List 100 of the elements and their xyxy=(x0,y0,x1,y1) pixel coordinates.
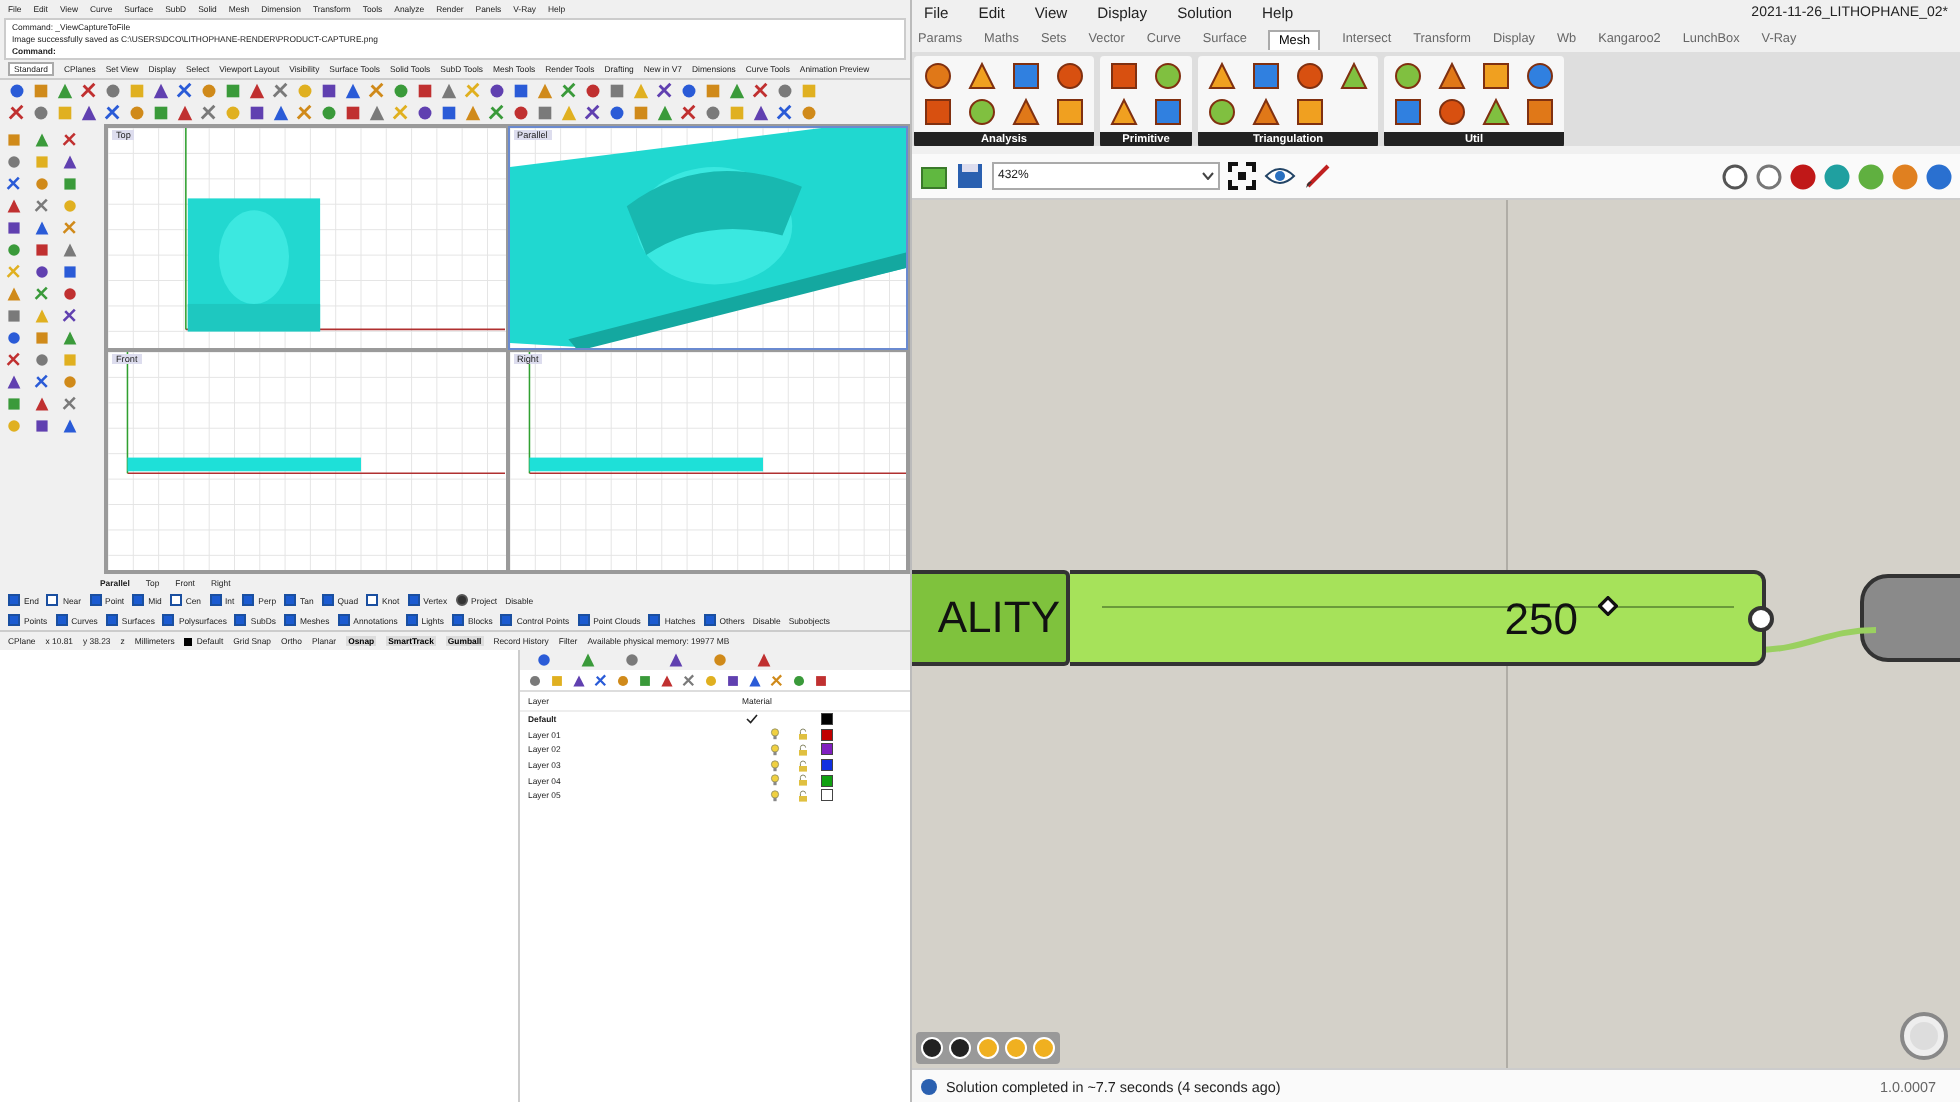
checkbox[interactable] xyxy=(89,594,102,606)
checkbox[interactable] xyxy=(703,614,716,626)
save-icon[interactable] xyxy=(956,162,984,190)
zoom-extents-icon[interactable] xyxy=(1228,162,1256,190)
tool-icon[interactable] xyxy=(6,176,22,192)
checkbox[interactable] xyxy=(337,614,350,626)
bulb-icon[interactable] xyxy=(770,774,780,787)
checkbox[interactable] xyxy=(451,614,464,626)
component-icon[interactable] xyxy=(1054,96,1086,128)
tool-icon[interactable] xyxy=(488,104,506,122)
component-icon[interactable] xyxy=(1010,60,1042,92)
component-node[interactable] xyxy=(1860,574,1960,662)
checkbox[interactable] xyxy=(366,594,379,606)
component-icon[interactable] xyxy=(966,60,998,92)
radio-button[interactable] xyxy=(455,594,468,606)
component-icon[interactable] xyxy=(1436,96,1468,128)
bulb-icon[interactable] xyxy=(770,759,780,772)
tool-icon[interactable] xyxy=(560,82,578,100)
component-icon[interactable] xyxy=(1010,96,1042,128)
checkbox[interactable] xyxy=(407,594,420,606)
tool-icon[interactable] xyxy=(34,198,50,214)
tool-icon[interactable] xyxy=(656,82,674,100)
checkbox[interactable] xyxy=(284,614,296,626)
tool-icon[interactable] xyxy=(682,673,696,687)
layer-color-swatch[interactable] xyxy=(822,775,832,786)
tool-icon[interactable] xyxy=(584,104,602,122)
tool-icon[interactable] xyxy=(200,104,218,122)
tool-icon[interactable] xyxy=(104,104,122,122)
checkbox[interactable] xyxy=(55,614,68,626)
lock-icon[interactable] xyxy=(798,743,808,756)
component-icon[interactable] xyxy=(1206,60,1238,92)
layer-color-swatch[interactable] xyxy=(822,744,832,755)
display-mode-icon[interactable] xyxy=(1926,163,1952,189)
display-mode-icon[interactable] xyxy=(1756,163,1782,189)
component-icon[interactable] xyxy=(1392,60,1424,92)
layer-color-swatch[interactable] xyxy=(822,714,832,725)
checkbox[interactable] xyxy=(169,594,182,606)
tool-icon[interactable] xyxy=(752,82,770,100)
tool-icon[interactable] xyxy=(80,82,98,100)
component-icon[interactable] xyxy=(1524,96,1556,128)
output-grip[interactable] xyxy=(1748,606,1774,632)
component-icon[interactable] xyxy=(1152,96,1184,128)
tool-icon[interactable] xyxy=(62,308,78,324)
lock-icon[interactable] xyxy=(798,759,808,772)
tool-icon[interactable] xyxy=(680,104,698,122)
component-icon[interactable] xyxy=(1480,60,1512,92)
component-icon[interactable] xyxy=(1480,96,1512,128)
component-icon[interactable] xyxy=(1392,96,1424,128)
component-icon[interactable] xyxy=(922,96,954,128)
checkbox[interactable] xyxy=(234,614,247,626)
tool-icon[interactable] xyxy=(176,82,194,100)
tool-icon[interactable] xyxy=(62,396,78,412)
display-mode-icon[interactable] xyxy=(1790,163,1816,189)
slider-label[interactable]: ALITY xyxy=(912,570,1070,666)
checkbox[interactable] xyxy=(648,614,661,626)
tool-icon[interactable] xyxy=(594,673,608,687)
checkbox[interactable] xyxy=(162,614,175,626)
display-mode-icon[interactable] xyxy=(1722,163,1748,189)
component-icon[interactable] xyxy=(1152,60,1184,92)
component-icon[interactable] xyxy=(1294,60,1326,92)
component-icon[interactable] xyxy=(1250,96,1282,128)
bulb-icon[interactable] xyxy=(770,789,780,802)
component-icon[interactable] xyxy=(1206,96,1238,128)
component-icon[interactable] xyxy=(922,60,954,92)
eye-icon[interactable] xyxy=(1264,164,1296,188)
component-icon[interactable] xyxy=(1108,60,1140,92)
checkbox[interactable] xyxy=(242,594,255,606)
tool-icon[interactable] xyxy=(34,374,50,390)
checkbox[interactable] xyxy=(8,594,20,606)
checkbox[interactable] xyxy=(132,594,145,606)
checkbox[interactable] xyxy=(284,594,297,606)
checkbox[interactable] xyxy=(577,614,590,626)
bulb-icon[interactable] xyxy=(770,728,780,741)
checkbox[interactable] xyxy=(405,614,418,626)
tool-icon[interactable] xyxy=(272,82,290,100)
widget-icon[interactable] xyxy=(948,1036,972,1060)
component-icon[interactable] xyxy=(1294,96,1326,128)
tool-icon[interactable] xyxy=(6,352,22,368)
slider-thumb[interactable] xyxy=(1597,596,1618,616)
layer-color-swatch[interactable] xyxy=(822,729,832,740)
tool-icon[interactable] xyxy=(34,286,50,302)
brush-icon[interactable] xyxy=(1304,162,1332,190)
lock-icon[interactable] xyxy=(798,728,808,741)
lock-icon[interactable] xyxy=(798,789,808,802)
component-icon[interactable] xyxy=(1108,96,1140,128)
bulb-icon[interactable] xyxy=(770,743,780,756)
tool-icon[interactable] xyxy=(62,132,78,148)
canvas[interactable]: ALITY 250 xyxy=(912,200,1960,1068)
checkbox[interactable] xyxy=(321,594,334,606)
checkbox[interactable] xyxy=(46,594,59,606)
checkbox[interactable] xyxy=(209,594,222,606)
checkbox[interactable] xyxy=(105,614,118,626)
component-icon[interactable] xyxy=(1054,60,1086,92)
layer-color-swatch[interactable] xyxy=(822,760,832,771)
component-icon[interactable] xyxy=(1250,60,1282,92)
tool-icon[interactable] xyxy=(776,104,794,122)
widget-icon[interactable] xyxy=(920,1036,944,1060)
display-mode-icon[interactable] xyxy=(1824,163,1850,189)
component-icon[interactable] xyxy=(966,96,998,128)
tool-icon[interactable] xyxy=(8,104,26,122)
